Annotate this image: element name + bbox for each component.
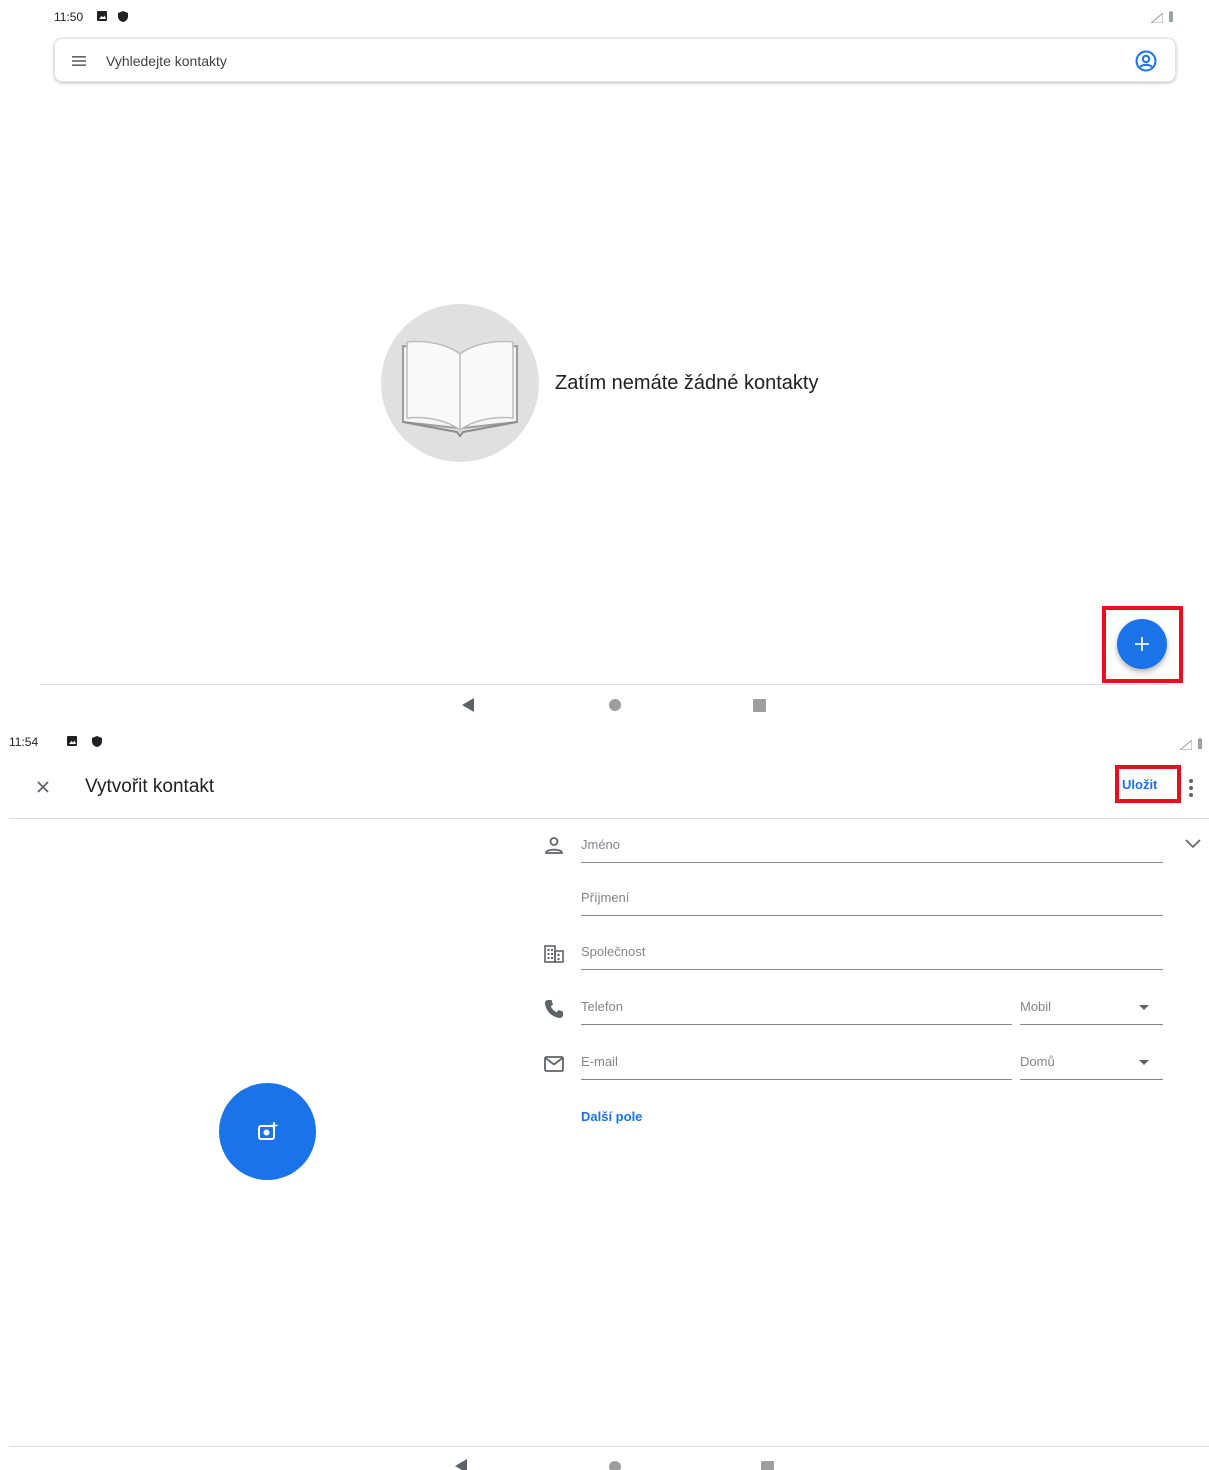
more-vert-icon[interactable] bbox=[1184, 777, 1198, 799]
more-fields-button[interactable]: Další pole bbox=[581, 1109, 642, 1124]
phone-placeholder: Telefon bbox=[581, 999, 623, 1014]
back-icon[interactable] bbox=[455, 1459, 467, 1470]
battery-icon bbox=[1198, 738, 1202, 749]
recents-icon[interactable] bbox=[753, 699, 766, 712]
status-bar: 11:50 bbox=[0, 0, 1209, 30]
chevron-down-icon[interactable] bbox=[1184, 837, 1202, 851]
add-contact-button[interactable] bbox=[1117, 619, 1167, 669]
empty-state-message: Zatím nemáte žádné kontakty bbox=[555, 372, 819, 394]
shield-icon bbox=[118, 11, 128, 22]
email-icon bbox=[544, 1056, 564, 1072]
dropdown-arrow-icon bbox=[1139, 1005, 1149, 1010]
home-icon[interactable] bbox=[609, 699, 621, 711]
image-notification-icon bbox=[67, 736, 77, 746]
open-book-icon bbox=[402, 340, 518, 438]
first-name-field[interactable]: Jméno bbox=[581, 833, 1163, 863]
nav-divider bbox=[9, 1446, 1209, 1447]
empty-state-illustration bbox=[381, 304, 539, 462]
company-field[interactable]: Společnost bbox=[581, 940, 1163, 970]
status-bar: 11:54 bbox=[0, 725, 1209, 755]
nav-divider bbox=[40, 684, 1169, 685]
email-type-value: Domů bbox=[1020, 1054, 1055, 1069]
signal-icon bbox=[1151, 13, 1163, 23]
phone-icon bbox=[545, 1000, 563, 1018]
dropdown-arrow-icon bbox=[1139, 1060, 1149, 1065]
menu-icon[interactable] bbox=[69, 51, 89, 71]
email-placeholder: E-mail bbox=[581, 1054, 618, 1069]
shield-icon bbox=[92, 736, 102, 747]
last-name-placeholder: Příjmení bbox=[581, 890, 630, 905]
save-button[interactable]: Uložit bbox=[1122, 777, 1157, 792]
email-type-select[interactable]: Domů bbox=[1020, 1050, 1163, 1080]
person-icon bbox=[545, 837, 563, 854]
company-placeholder: Společnost bbox=[581, 944, 646, 959]
phone-field[interactable]: Telefon bbox=[581, 995, 1012, 1025]
add-photo-button[interactable] bbox=[219, 1083, 316, 1180]
toolbar-divider bbox=[9, 818, 1209, 819]
close-icon[interactable] bbox=[34, 778, 52, 796]
image-notification-icon bbox=[97, 11, 107, 21]
create-contact-screen: 11:54 Vytvořit kontakt Uložit Jméno Příj… bbox=[0, 725, 1209, 1470]
page-title: Vytvořit kontakt bbox=[85, 776, 215, 797]
signal-icon bbox=[1180, 740, 1192, 750]
back-icon[interactable] bbox=[462, 698, 474, 712]
home-icon[interactable] bbox=[609, 1461, 621, 1470]
business-icon bbox=[544, 945, 564, 963]
first-name-placeholder: Jméno bbox=[581, 837, 621, 852]
plus-icon bbox=[1135, 637, 1149, 651]
last-name-field[interactable]: Příjmení bbox=[581, 886, 1163, 916]
status-time: 11:54 bbox=[9, 735, 39, 749]
account-circle-icon[interactable] bbox=[1135, 50, 1157, 72]
phone-type-value: Mobil bbox=[1020, 999, 1052, 1014]
search-input[interactable]: Vyhledejte kontakty bbox=[106, 53, 227, 69]
search-bar[interactable]: Vyhledejte kontakty bbox=[54, 38, 1176, 82]
phone-type-select[interactable]: Mobil bbox=[1020, 995, 1163, 1025]
add-photo-icon bbox=[258, 1122, 278, 1140]
contacts-list-screen: 11:50 Vyhledejte kontakty Zatím nemáte ž… bbox=[0, 0, 1209, 725]
battery-icon bbox=[1169, 11, 1173, 22]
recents-icon[interactable] bbox=[761, 1461, 774, 1470]
email-field[interactable]: E-mail bbox=[581, 1050, 1012, 1080]
status-time: 11:50 bbox=[54, 10, 84, 24]
